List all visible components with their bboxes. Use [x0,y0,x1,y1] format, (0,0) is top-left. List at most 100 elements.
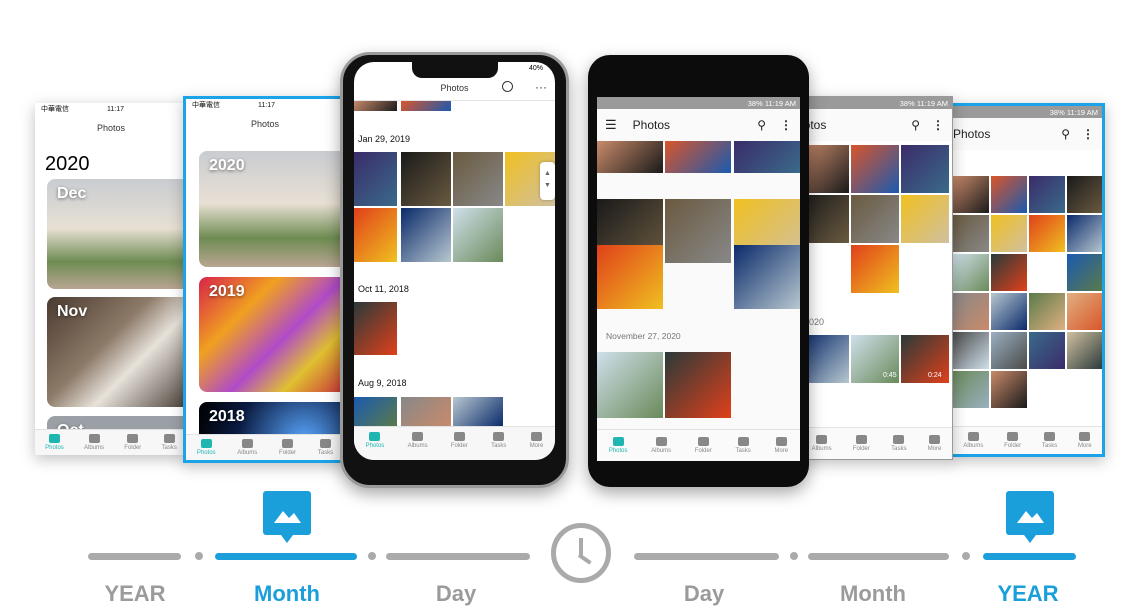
tab-more[interactable]: More [928,435,941,452]
year-heading: 2020 [45,153,90,175]
tab-more[interactable]: More [774,437,788,454]
tab-folder[interactable]: Folder [451,432,468,449]
month-card-nov[interactable]: Nov [47,297,187,407]
photo-thumbnail[interactable] [953,332,989,369]
status-bar: 38% 11:19 AM [747,98,796,108]
tab-albums[interactable]: Albums [651,437,671,454]
photo-thumbnail[interactable] [901,195,949,243]
tab-photos[interactable]: Photos [366,432,384,449]
photo-thumbnail[interactable] [851,145,899,193]
photo-thumbnail[interactable] [665,199,731,263]
photo-thumbnail[interactable] [354,302,397,355]
photo-thumbnail[interactable] [597,245,663,309]
photo-thumbnail[interactable] [953,293,989,330]
status-bar: 38% 11:19 AM [1049,107,1098,117]
photo-thumbnail[interactable] [991,215,1027,252]
photo-thumbnail[interactable] [453,208,503,262]
tab-photos[interactable]: Photos [45,434,64,451]
android-year-screen: 38% 11:19 AM Photos ⚲ ⋮ Albums Folder Tas… [950,103,1105,457]
photo-thumbnail[interactable] [851,195,899,243]
tab-tasks[interactable]: Tasks [318,439,333,456]
photo-thumbnail[interactable] [1067,176,1102,213]
overflow-menu-icon[interactable]: ⋮ [932,118,944,132]
photo-thumbnail[interactable] [597,141,663,173]
time: 11:17 [258,101,275,109]
tab-tasks[interactable]: Tasks [491,432,506,449]
tab-albums[interactable]: Albums [963,432,983,449]
tab-photos[interactable]: Photos [197,439,216,456]
tab-tasks[interactable]: Tasks [162,434,177,451]
photo-thumbnail[interactable] [597,352,663,418]
photo-thumbnail[interactable] [1029,332,1065,369]
tab-albums[interactable]: Albums [812,435,832,452]
tab-more[interactable]: More [530,432,543,449]
photo-thumbnail[interactable] [354,208,397,262]
year-card-2019[interactable]: 2019 [199,277,344,392]
month-card-dec[interactable]: Dec [47,179,187,289]
photo-thumbnail[interactable] [953,176,989,213]
photo-thumbnail[interactable] [901,145,949,193]
photo-thumbnail[interactable] [665,352,731,418]
tab-albums[interactable]: Albums [84,434,104,451]
app-title: Photos [632,118,671,132]
date-header: Jan 29, 2019 [358,134,411,144]
photo-marker-icon [1006,491,1054,543]
tab-folder[interactable]: Folder [1004,432,1021,449]
tab-albums[interactable]: Albums [408,432,428,449]
search-icon[interactable]: ⚲ [1061,127,1070,141]
photo-thumbnail[interactable] [401,152,451,206]
photo-thumbnail[interactable] [1029,215,1065,252]
timeline-label-day: Day [435,581,477,606]
video-duration: 0:45 [883,372,897,379]
tab-folder[interactable]: Folder [853,435,870,452]
year-card-2020[interactable]: 2020 [199,151,344,267]
photo-thumbnail[interactable] [1067,254,1102,291]
photo-thumbnail[interactable] [953,371,989,408]
photo-thumbnail[interactable] [991,254,1027,291]
photo-thumbnail[interactable] [991,176,1027,213]
tab-more[interactable]: More [1078,432,1092,449]
hamburger-menu-icon[interactable]: ☰ [605,117,617,133]
photo-thumbnail[interactable] [734,245,800,309]
notch [412,62,498,78]
photo-thumbnail[interactable] [991,371,1027,408]
overflow-menu-icon[interactable]: ⋮ [780,118,792,132]
photo-thumbnail[interactable] [991,293,1027,330]
photo-thumbnail[interactable] [734,141,800,173]
tab-tasks[interactable]: Tasks [735,437,751,454]
carrier: 中華電信 [192,102,220,109]
photo-thumbnail[interactable] [401,208,451,262]
tab-folder[interactable]: Folder [279,439,296,456]
search-icon[interactable]: ⚲ [911,118,920,132]
photo-thumbnail[interactable] [401,101,451,111]
search-icon[interactable]: ⚲ [757,118,766,132]
photo-thumbnail[interactable] [453,397,503,427]
photo-thumbnail[interactable] [953,215,989,252]
photo-thumbnail[interactable] [991,332,1027,369]
photo-thumbnail[interactable] [1067,293,1102,330]
tab-photos[interactable]: Photos [609,437,628,454]
photo-thumbnail[interactable] [354,397,397,427]
photo-thumbnail[interactable] [453,152,503,206]
more-icon[interactable]: ··· [535,80,547,94]
overflow-menu-icon[interactable]: ⋮ [1082,127,1094,141]
photo-thumbnail[interactable] [665,141,731,173]
tab-albums[interactable]: Albums [237,439,257,456]
scroll-handle[interactable]: ▲ ▼ [540,162,555,200]
photo-thumbnail[interactable] [953,254,989,291]
photo-thumbnail[interactable] [1067,332,1102,369]
tab-tasks[interactable]: Tasks [891,435,906,452]
tab-folder[interactable]: Folder [695,437,712,454]
photo-thumbnail[interactable] [1067,215,1102,252]
photo-thumbnail[interactable] [1029,176,1065,213]
bottom-nav: Albums Folder Tasks More [953,426,1102,454]
photo-thumbnail[interactable] [354,101,397,111]
tab-folder[interactable]: Folder [124,434,141,451]
photo-thumbnail[interactable] [354,152,397,206]
photo-thumbnail[interactable] [851,245,899,293]
time: 11:17 [107,105,124,113]
photo-thumbnail[interactable] [401,397,451,427]
search-icon[interactable] [502,81,513,92]
tab-tasks[interactable]: Tasks [1042,432,1057,449]
photo-thumbnail[interactable] [1029,293,1065,330]
